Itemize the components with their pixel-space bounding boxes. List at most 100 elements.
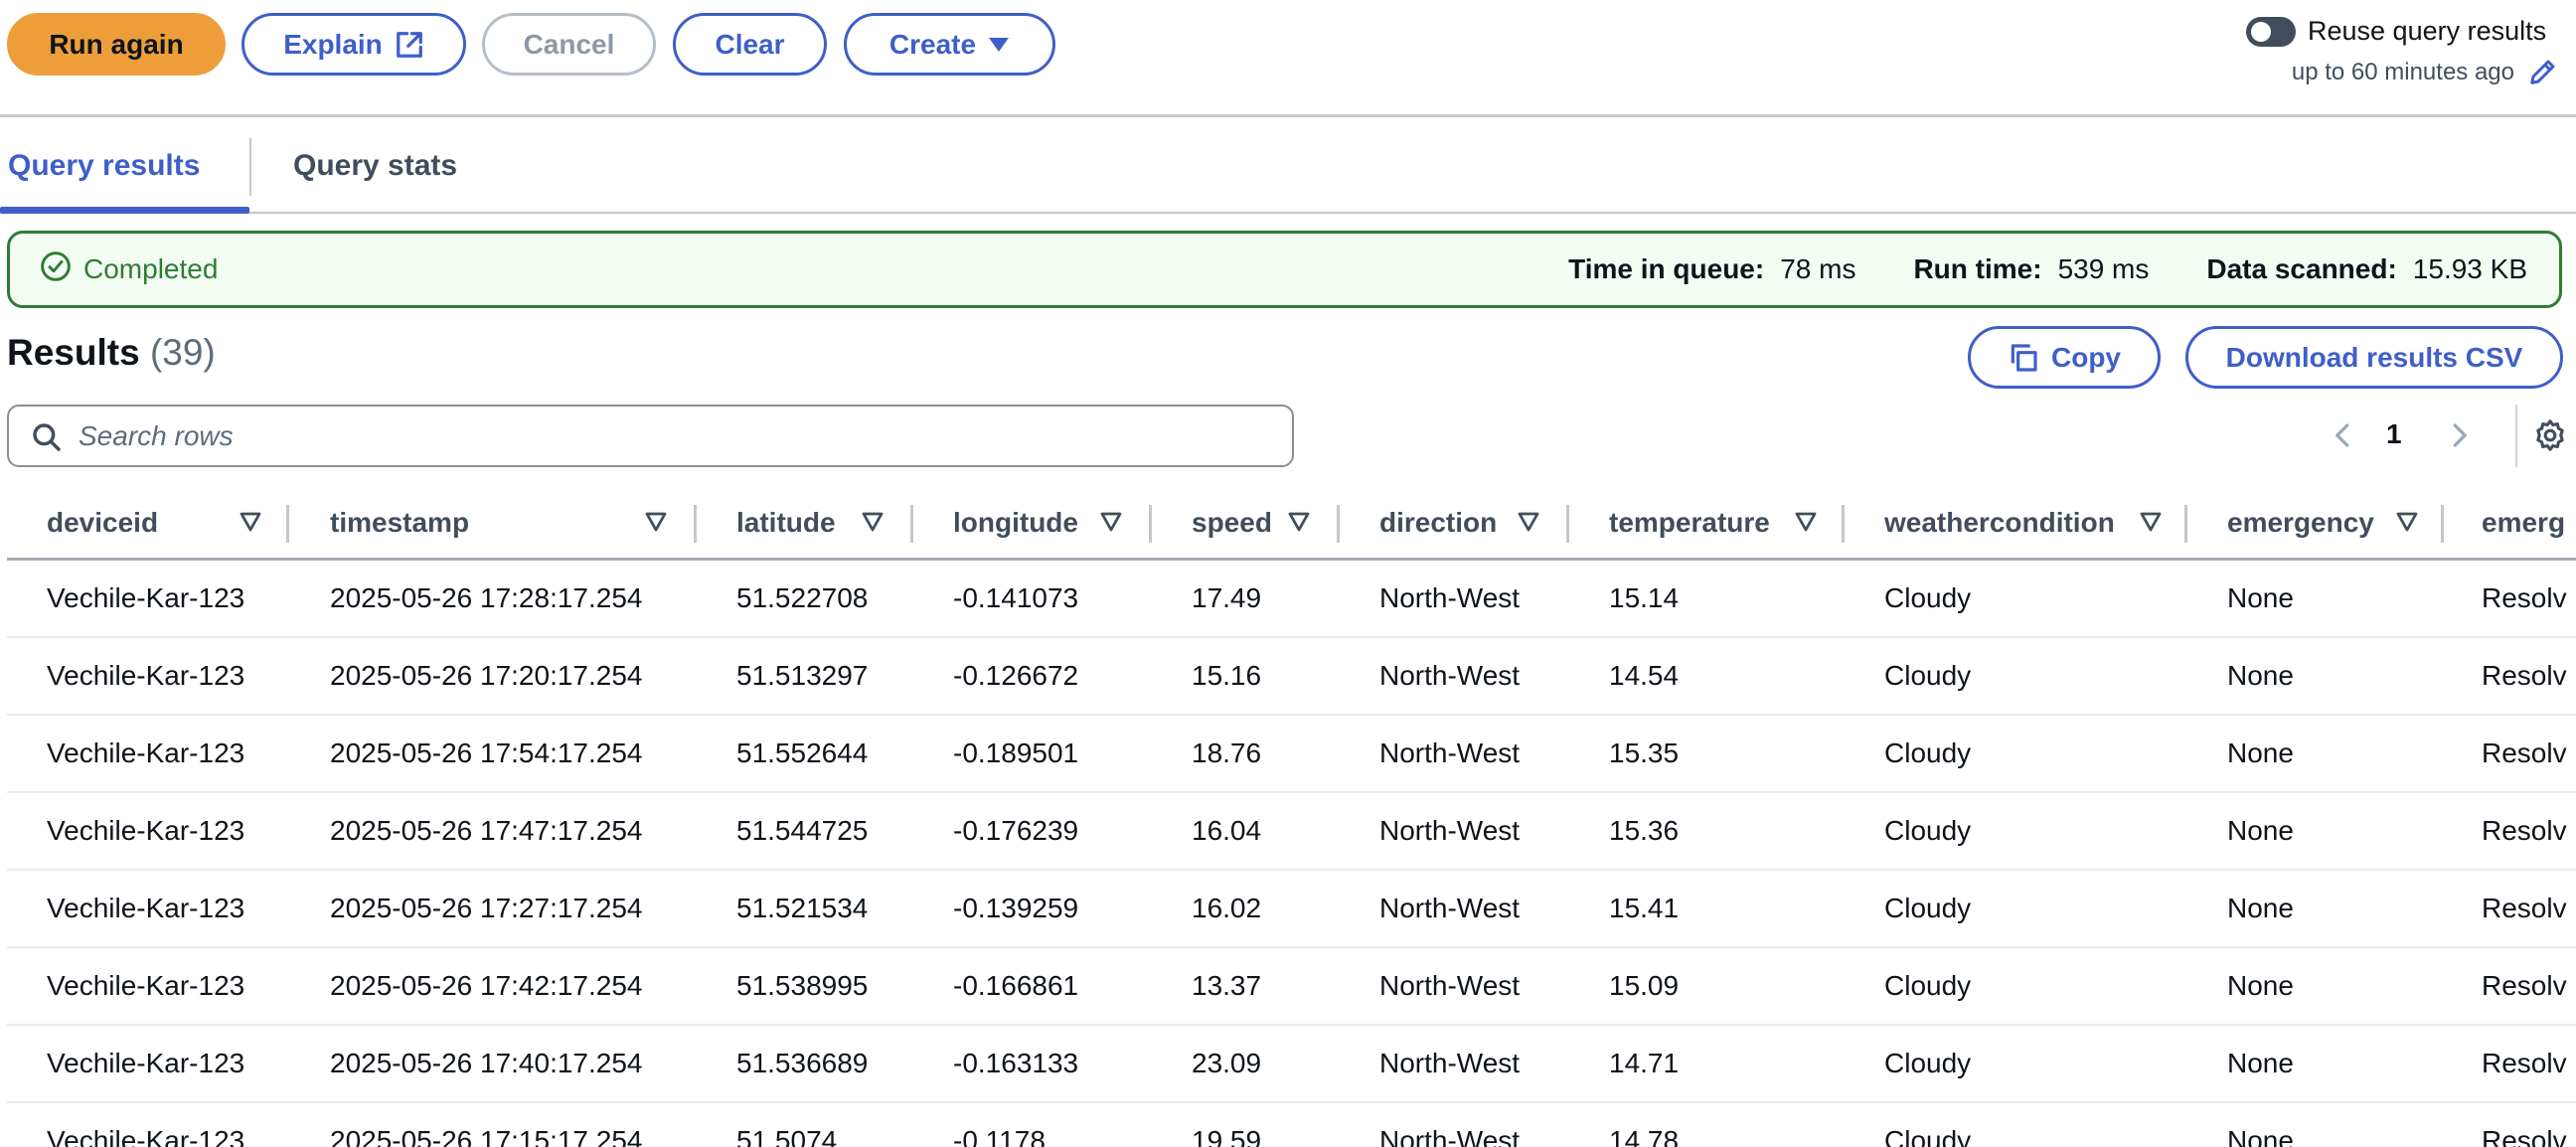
explain-label: Explain [283, 28, 383, 60]
table-cell-longitude: -0.139259 [953, 893, 1079, 923]
sort-icon[interactable] [2396, 511, 2418, 538]
run-again-label: Run again [49, 28, 184, 60]
table-cell-longitude: -0.176239 [953, 815, 1079, 846]
table-cell-deviceid: Vechile-Kar-123 [47, 815, 245, 846]
reuse-results-toggle[interactable] [2246, 17, 2296, 47]
explain-button[interactable]: Explain [242, 13, 466, 76]
time-in-queue-value: 78 ms [1780, 253, 1856, 284]
sort-icon[interactable] [240, 511, 261, 538]
table-cell-timestamp: 2025-05-26 17:27:17.254 [330, 893, 643, 923]
table-cell-weathercondition: Cloudy [1884, 660, 1972, 691]
table-cell-weathercondition: Cloudy [1884, 1048, 1972, 1078]
create-button[interactable]: Create [844, 13, 1055, 76]
table-cell-longitude: -0.126672 [953, 660, 1079, 691]
table-cell-emergency: None [2227, 1125, 2294, 1147]
column-header-latitude[interactable]: latitude [736, 487, 836, 558]
sort-icon[interactable] [862, 511, 884, 538]
table-cell-longitude: -0.189501 [953, 737, 1079, 768]
gear-icon[interactable] [2533, 418, 2567, 457]
table-cell-timestamp: 2025-05-26 17:15:17.254 [330, 1125, 643, 1147]
tab-query-stats[interactable]: Query stats [293, 120, 457, 212]
table-row[interactable]: Vechile-Kar-123 2025-05-26 17:15:17.254 51… [7, 1103, 2576, 1147]
column-resizer[interactable] [2441, 505, 2444, 543]
table-cell-direction: North-West [1379, 815, 1521, 846]
tab-divider [249, 138, 251, 196]
column-header-deviceid[interactable]: deviceid [47, 487, 158, 558]
table-row[interactable]: Vechile-Kar-123 2025-05-26 17:47:17.254 51… [7, 793, 2576, 871]
status-indicator: Completed [40, 234, 218, 305]
tab-query-results[interactable]: Query results [0, 120, 249, 214]
table-cell-speed: 18.76 [1192, 737, 1262, 768]
table-row[interactable]: Vechile-Kar-123 2025-05-26 17:40:17.254 51… [7, 1026, 2576, 1103]
column-resizer[interactable] [910, 505, 913, 543]
table-cell-latitude: 51.522708 [736, 582, 869, 613]
table-cell-temperature: 15.09 [1609, 970, 1680, 1001]
table-row[interactable]: Vechile-Kar-123 2025-05-26 17:20:17.254 51… [7, 638, 2576, 716]
column-resizer[interactable] [694, 505, 697, 543]
table-row[interactable]: Vechile-Kar-123 2025-05-26 17:27:17.254 51… [7, 871, 2576, 948]
table-cell-speed: 16.04 [1192, 815, 1262, 846]
copy-label: Copy [2051, 341, 2121, 373]
column-resizer[interactable] [1842, 505, 1845, 543]
table-cell-temperature: 15.41 [1609, 893, 1680, 923]
column-header-emergency[interactable]: emergency [2227, 487, 2374, 558]
external-link-icon [395, 30, 424, 60]
column-header-weathercondition[interactable]: weathercondition [1884, 487, 2115, 558]
download-csv-button[interactable]: Download results CSV [2185, 326, 2563, 389]
column-resizer[interactable] [286, 505, 289, 543]
column-resizer[interactable] [2184, 505, 2187, 543]
table-row[interactable]: Vechile-Kar-123 2025-05-26 17:42:17.254 51… [7, 948, 2576, 1026]
cancel-button[interactable]: Cancel [482, 13, 656, 76]
table-cell-temperature: 14.71 [1609, 1048, 1680, 1078]
table-row[interactable]: Vechile-Kar-123 2025-05-26 17:54:17.254 51… [7, 716, 2576, 793]
chevron-left-icon[interactable] [2329, 420, 2358, 455]
table-cell-speed: 17.49 [1192, 582, 1262, 613]
time-in-queue: Time in queue: 78 ms [1568, 253, 1855, 285]
column-resizer[interactable] [1149, 505, 1152, 543]
cancel-label: Cancel [523, 28, 615, 60]
table-cell-latitude: 51.5074 [736, 1125, 838, 1147]
column-header-speed[interactable]: speed [1192, 487, 1272, 558]
table-cell-longitude: -0.141073 [953, 582, 1079, 613]
query-status-banner: Completed Time in queue: 78 ms Run time: 5… [7, 231, 2562, 308]
clear-button[interactable]: Clear [673, 13, 827, 76]
reuse-results-age: up to 60 minutes ago [2291, 59, 2514, 85]
column-header-temperature[interactable]: temperature [1609, 487, 1770, 558]
sort-icon[interactable] [1288, 511, 1310, 538]
table-cell-timestamp: 2025-05-26 17:20:17.254 [330, 660, 643, 691]
sort-icon[interactable] [2140, 511, 2162, 538]
copy-button[interactable]: Copy [1968, 326, 2161, 389]
search-rows-input[interactable] [79, 410, 1271, 462]
sort-icon[interactable] [1518, 511, 1539, 538]
chevron-right-icon[interactable] [2444, 420, 2474, 455]
column-header-direction[interactable]: direction [1379, 487, 1497, 558]
table-cell-deviceid: Vechile-Kar-123 [47, 660, 245, 691]
table-cell-weathercondition: Cloudy [1884, 582, 1972, 613]
table-cell-emerg: Resolv [2482, 737, 2567, 768]
status-text: Completed [83, 253, 219, 284]
table-cell-direction: North-West [1379, 737, 1521, 768]
sort-icon[interactable] [1795, 511, 1817, 538]
table-row[interactable]: Vechile-Kar-123 2025-05-26 17:28:17.254 51… [7, 561, 2576, 638]
table-cell-weathercondition: Cloudy [1884, 893, 1972, 923]
column-resizer[interactable] [1566, 505, 1569, 543]
time-in-queue-label: Time in queue: [1568, 253, 1765, 284]
table-cell-weathercondition: Cloudy [1884, 737, 1972, 768]
table-cell-deviceid: Vechile-Kar-123 [47, 1125, 245, 1147]
table-cell-deviceid: Vechile-Kar-123 [47, 1048, 245, 1078]
sort-icon[interactable] [1100, 511, 1122, 538]
run-again-button[interactable]: Run again [7, 13, 226, 76]
table-cell-speed: 16.02 [1192, 893, 1262, 923]
column-header-emergency-status[interactable]: emerg [2482, 487, 2576, 558]
table-cell-longitude: -0.166861 [953, 970, 1079, 1001]
column-header-longitude[interactable]: longitude [953, 487, 1078, 558]
table-cell-speed: 13.37 [1192, 970, 1262, 1001]
column-header-timestamp[interactable]: timestamp [330, 487, 469, 558]
sort-icon[interactable] [645, 511, 667, 538]
results-tabs: Query results Query stats [0, 120, 2576, 214]
column-resizer[interactable] [1337, 505, 1340, 543]
table-cell-weathercondition: Cloudy [1884, 1125, 1972, 1147]
current-page[interactable]: 1 [2386, 418, 2402, 450]
table-cell-timestamp: 2025-05-26 17:28:17.254 [330, 582, 643, 613]
pencil-icon[interactable] [2528, 57, 2558, 91]
